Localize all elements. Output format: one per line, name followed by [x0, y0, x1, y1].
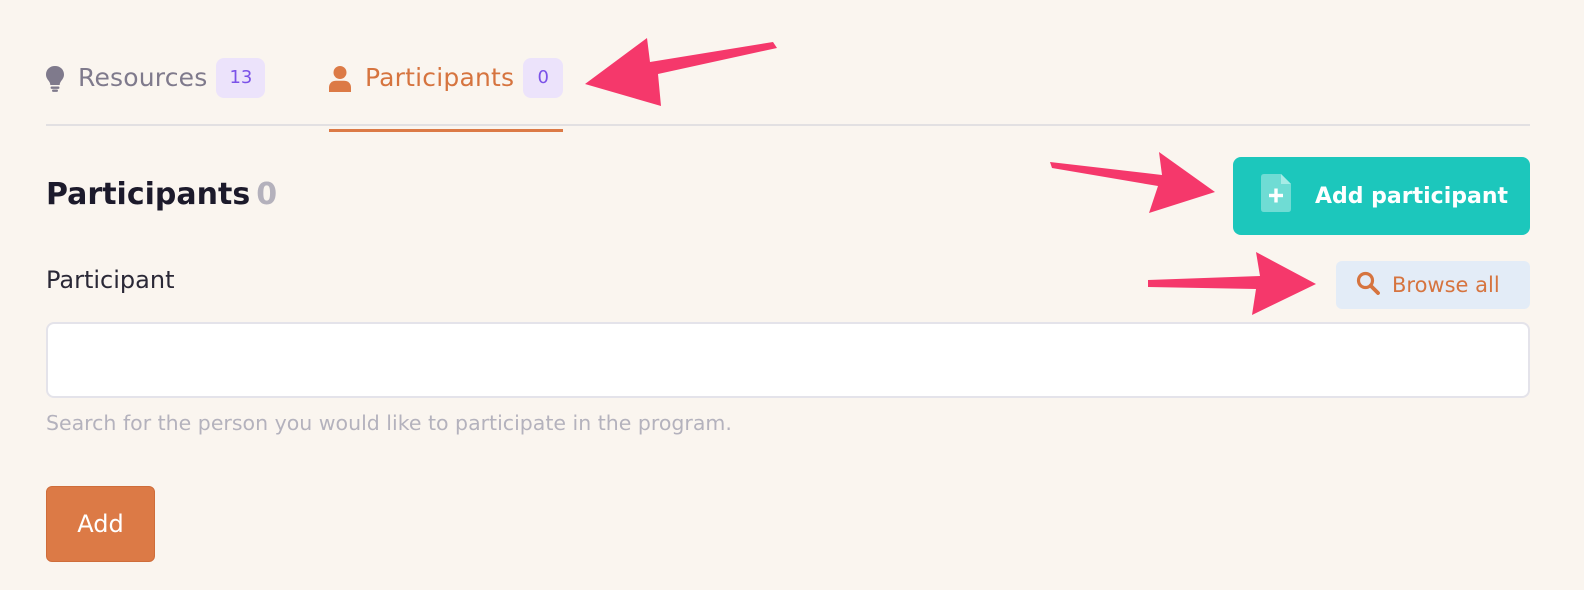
lightbulb-icon [46, 66, 64, 96]
person-icon [329, 66, 351, 96]
participant-search-input[interactable] [46, 322, 1530, 398]
page-title-count: 0 [256, 177, 278, 212]
search-icon [1356, 271, 1380, 300]
participant-field-label: Participant [46, 266, 175, 294]
add-participant-button[interactable]: Add participant [1233, 157, 1530, 235]
tab-resources[interactable]: Resources 13 [46, 58, 266, 122]
tab-resources-count-badge: 13 [216, 58, 266, 98]
tab-participants-label: Participants [365, 63, 515, 92]
add-participant-label: Add participant [1315, 183, 1509, 209]
browse-all-button[interactable]: Browse all [1336, 261, 1530, 309]
tab-participants-count-badge: 0 [523, 58, 564, 98]
tab-participants[interactable]: Participants 0 [329, 58, 564, 132]
add-button[interactable]: Add [46, 486, 155, 562]
participant-help-text: Search for the person you would like to … [46, 411, 732, 435]
tab-bar: Resources 13 Participants 0 [46, 50, 1530, 132]
browse-all-label: Browse all [1392, 273, 1500, 297]
page-title: Participants 0 [46, 170, 277, 220]
tab-resources-label: Resources [78, 63, 208, 92]
page-title-text: Participants [46, 177, 251, 212]
file-plus-icon [1261, 174, 1291, 218]
